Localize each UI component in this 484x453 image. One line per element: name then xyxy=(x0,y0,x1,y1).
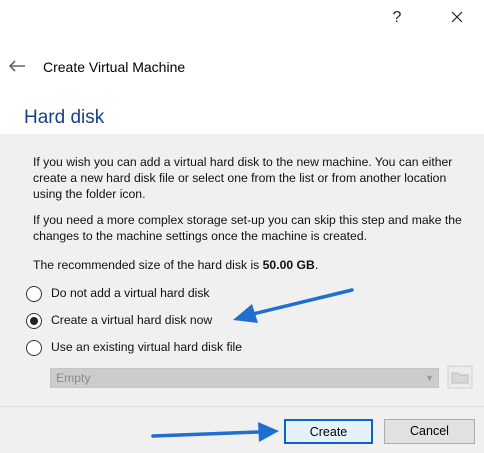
cancel-button[interactable]: Cancel xyxy=(384,419,475,444)
option-label[interactable]: Use an existing virtual hard disk file xyxy=(51,340,242,354)
description-paragraph: If you need a more complex storage set-u… xyxy=(33,213,462,243)
close-icon xyxy=(451,11,463,23)
option-label[interactable]: Create a virtual hard disk now xyxy=(51,313,212,327)
chevron-down-icon: ▼ xyxy=(425,373,434,383)
create-button[interactable]: Create xyxy=(284,419,373,444)
folder-icon xyxy=(447,365,473,389)
recommended-size-prefix: The recommended size of the hard disk is xyxy=(33,258,263,272)
title-bar: ? xyxy=(0,0,484,36)
wizard-header: Create Virtual Machine xyxy=(0,55,484,79)
description-paragraph: If you wish you can add a virtual hard d… xyxy=(33,155,453,201)
recommended-size-value: 50.00 GB xyxy=(262,258,315,272)
existing-disk-select[interactable]: Empty ▼ xyxy=(50,368,439,388)
back-button[interactable] xyxy=(8,59,26,78)
content-panel: If you wish you can add a virtual hard d… xyxy=(0,134,484,406)
back-arrow-icon xyxy=(8,60,25,72)
wizard-title: Create Virtual Machine xyxy=(43,59,186,75)
radio-selected-dot xyxy=(30,317,38,325)
page-title: Hard disk xyxy=(24,107,105,128)
choose-disk-file-button[interactable] xyxy=(447,365,473,389)
close-button[interactable] xyxy=(444,6,470,30)
recommended-size-text: The recommended size of the hard disk is… xyxy=(33,257,473,273)
recommended-size-suffix: . xyxy=(314,258,319,272)
radio-button[interactable] xyxy=(26,286,42,302)
radio-button[interactable] xyxy=(26,340,42,356)
option-label[interactable]: Do not add a virtual hard disk xyxy=(51,286,210,300)
radio-button[interactable] xyxy=(26,313,42,329)
help-button[interactable]: ? xyxy=(384,6,410,30)
select-value: Empty xyxy=(56,371,91,385)
